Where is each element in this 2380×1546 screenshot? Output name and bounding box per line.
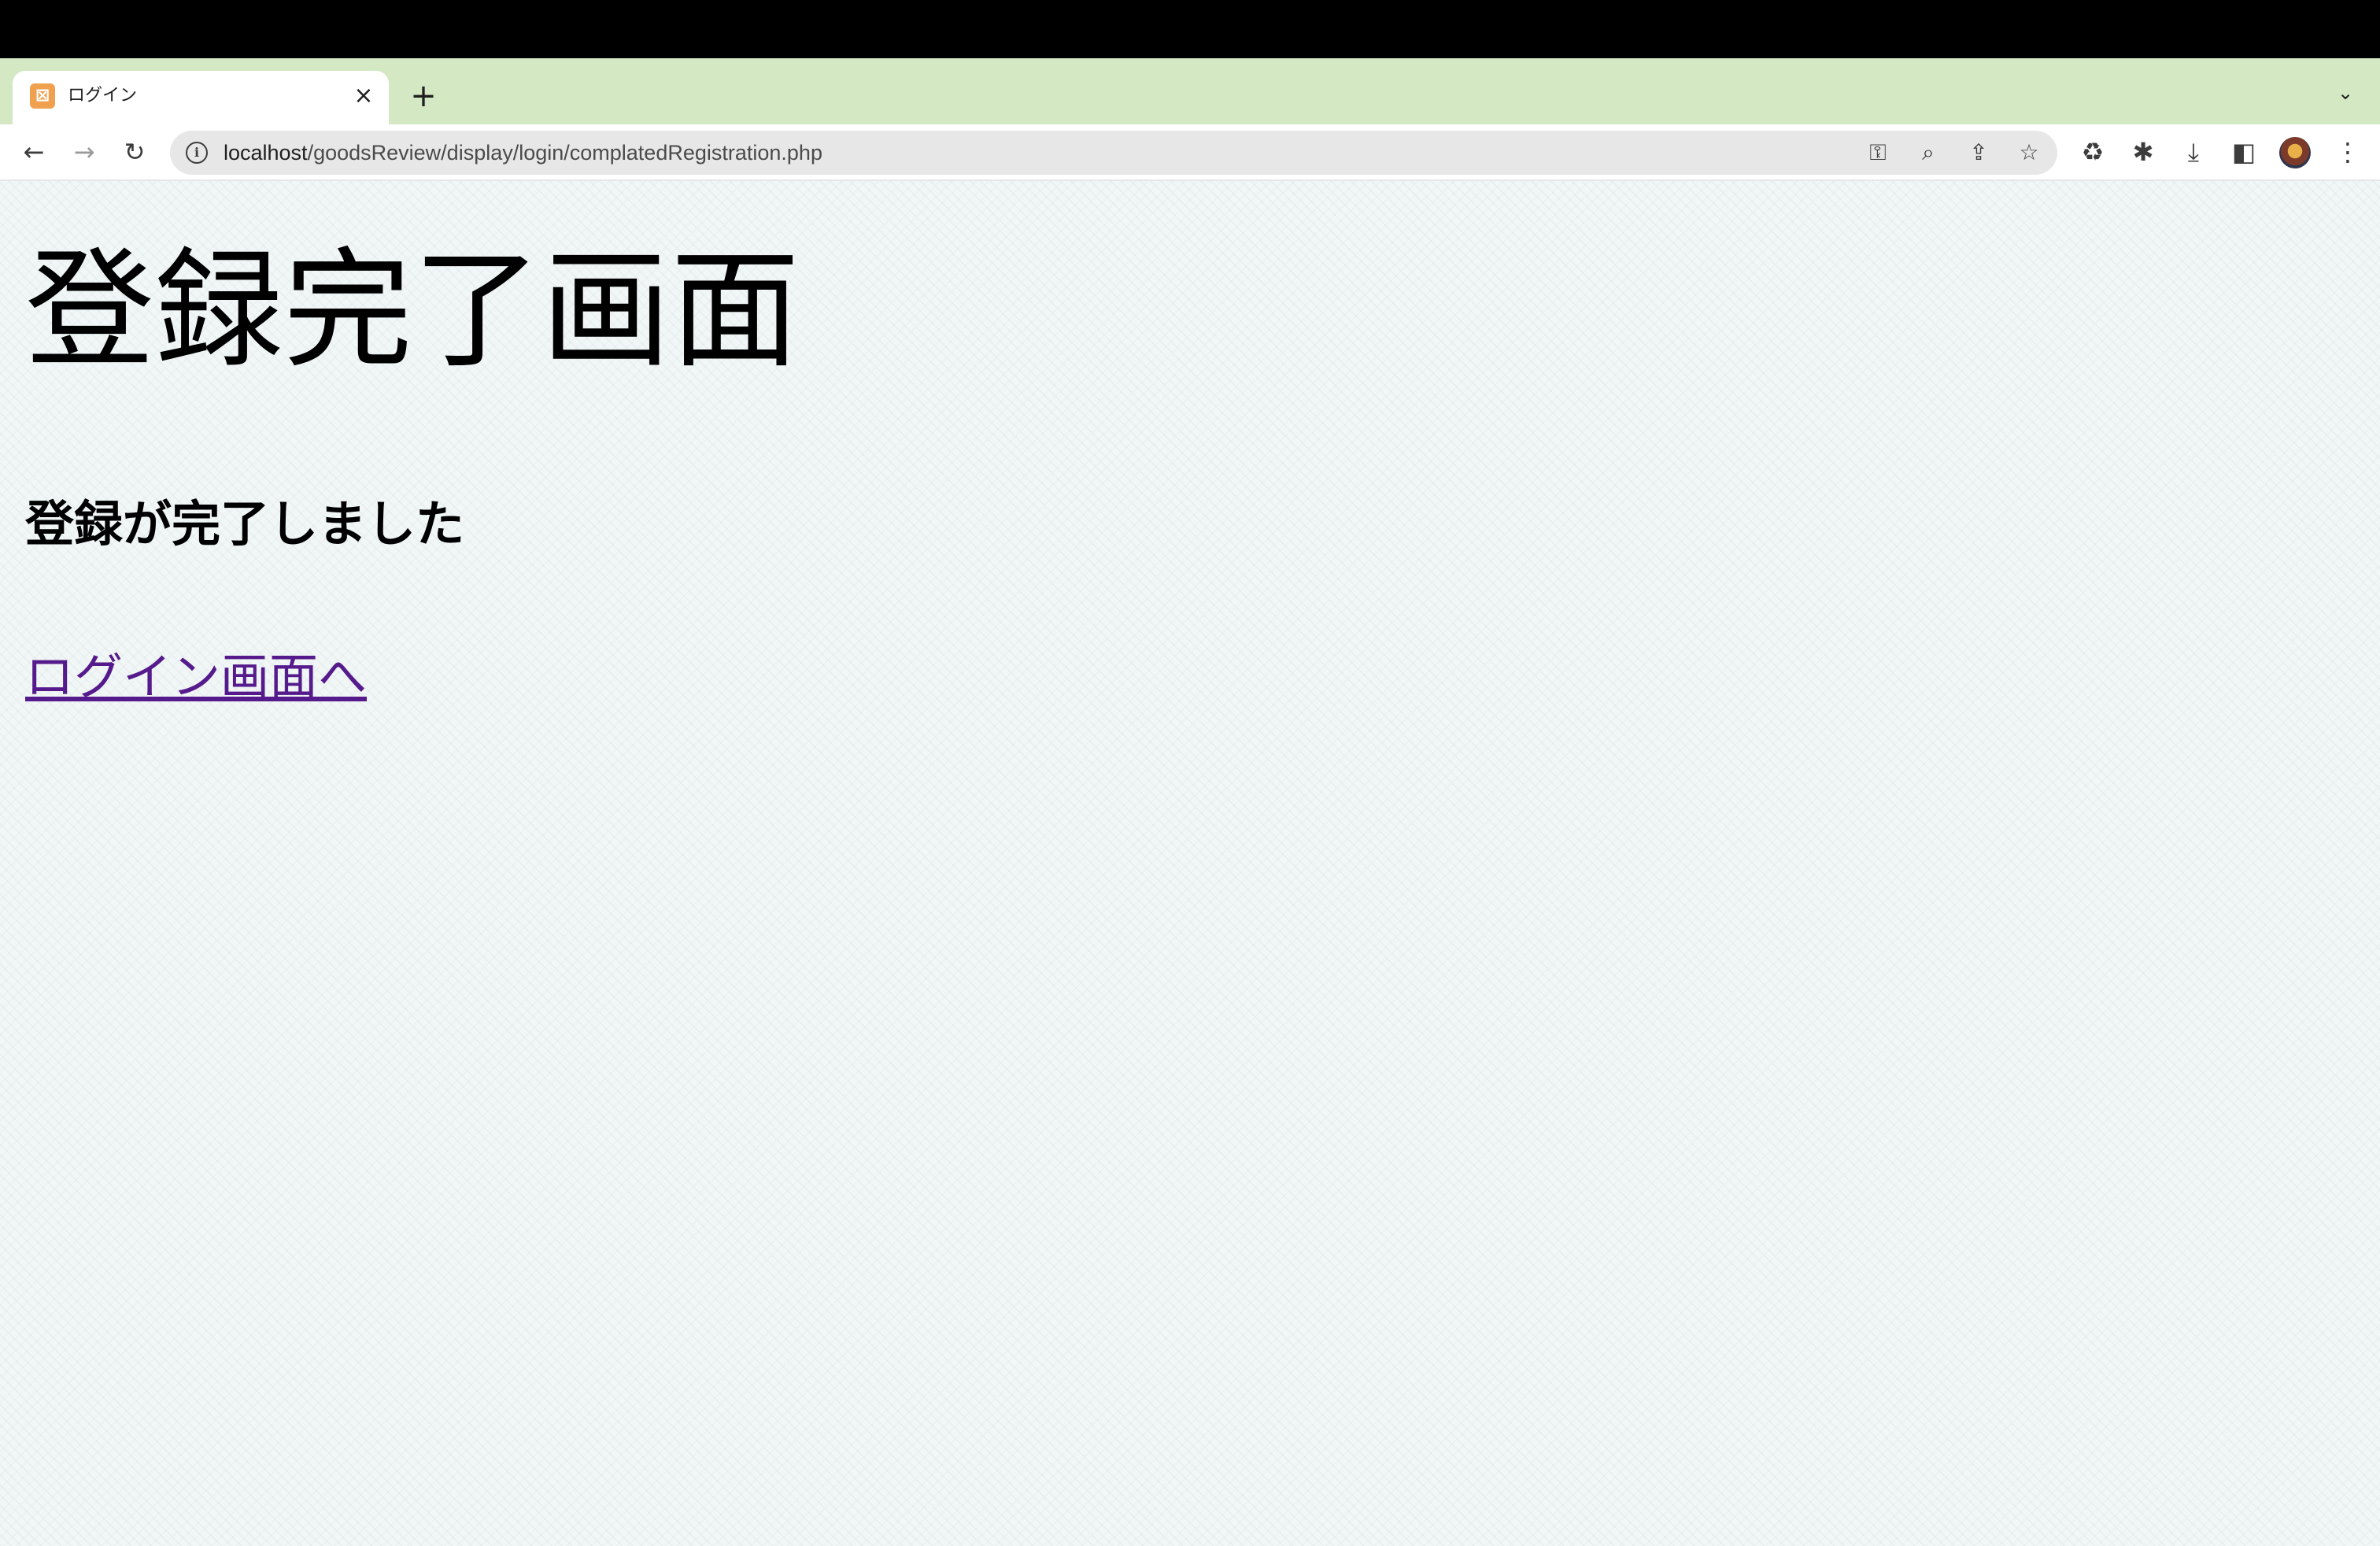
login-page-link[interactable]: ログイン画面へ xyxy=(25,645,367,708)
close-icon[interactable]: × xyxy=(349,82,378,110)
tab-title: ログイン xyxy=(68,86,138,105)
zoom-icon[interactable]: ⌕ xyxy=(1911,135,1946,170)
page-title: 登録完了画面 xyxy=(25,235,800,386)
address-bar[interactable]: i localhost/goodsReview/display/login/co… xyxy=(170,131,2057,175)
chevron-down-icon[interactable]: ⌄ xyxy=(2331,79,2360,107)
share-icon[interactable]: ⇪ xyxy=(1961,135,1996,170)
bookmark-star-icon[interactable]: ☆ xyxy=(2012,135,2046,170)
menu-bar xyxy=(0,0,2380,58)
tab-strip: ⊠ ログイン × + ⌄ xyxy=(0,58,2380,124)
back-button[interactable]: ← xyxy=(16,134,52,170)
download-icon[interactable]: ⤓ xyxy=(2175,134,2212,170)
tab-login[interactable]: ⊠ ログイン × xyxy=(13,71,389,124)
extensions-puzzle-icon[interactable]: ✱ xyxy=(2125,134,2161,170)
browser-toolbar: ← → ↻ i localhost/goodsReview/display/lo… xyxy=(0,124,2380,181)
url-path: /goodsReview/display/login/complatedRegi… xyxy=(307,141,822,165)
profile-avatar[interactable] xyxy=(2279,137,2311,168)
browser-window: ⊠ ログイン × + ⌄ ← → ↻ i localhost/goodsRevi… xyxy=(0,0,2380,1546)
page-content: 登録完了画面 登録が完了しました ログイン画面へ xyxy=(0,181,2380,1546)
completion-message: 登録が完了しました xyxy=(25,495,465,553)
kebab-menu-icon[interactable]: ⋮ xyxy=(2330,134,2366,170)
recycle-icon[interactable]: ♻ xyxy=(2075,134,2111,170)
side-panel-icon[interactable]: ◧ xyxy=(2226,134,2262,170)
url-text[interactable]: localhost/goodsReview/display/login/comp… xyxy=(224,139,822,167)
xampp-icon: ⊠ xyxy=(30,83,55,109)
forward-button[interactable]: → xyxy=(66,134,102,170)
reload-button[interactable]: ↻ xyxy=(116,134,153,170)
url-host: localhost xyxy=(224,141,308,165)
info-icon[interactable]: i xyxy=(186,142,208,164)
key-icon[interactable]: ⚿ xyxy=(1861,135,1895,170)
new-tab-button[interactable]: + xyxy=(406,79,441,113)
